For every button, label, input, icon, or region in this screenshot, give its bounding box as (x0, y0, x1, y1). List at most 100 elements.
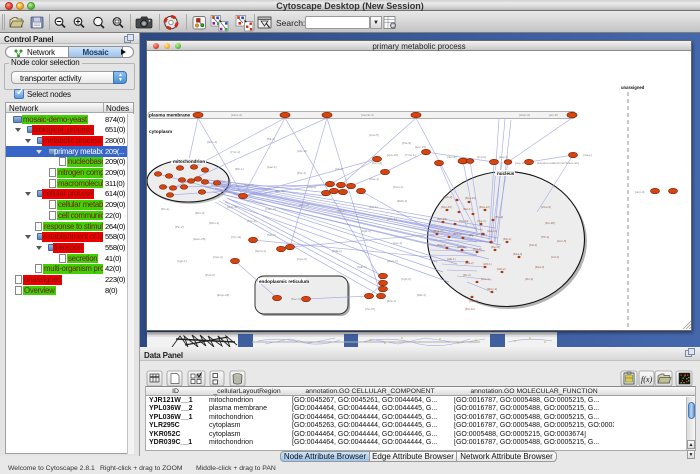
svg-text:[Gal-11]: [Gal-11] (487, 229, 497, 233)
svg-text:[Kgd-1]: [Kgd-1] (361, 229, 371, 233)
svg-text:[nup-2]: [nup-2] (515, 161, 525, 165)
svg-text:[Hem-25]: [Hem-25] (193, 237, 206, 241)
svg-text:[Rpd-3]: [Rpd-3] (535, 265, 544, 269)
svg-text:[Cit-1]: [Cit-1] (335, 167, 343, 171)
svg-text:[kap-1]: [kap-1] (499, 155, 508, 159)
svg-text:[memb-4]: [memb-4] (361, 113, 374, 117)
svg-text:[Swi-1]: [Swi-1] (437, 243, 446, 247)
svg-text:[Rpo-21]: [Rpo-21] (465, 196, 476, 200)
svg-text:[Yhm-2]: [Yhm-2] (265, 207, 276, 211)
svg-text:[Mtm-1]: [Mtm-1] (209, 221, 219, 225)
svg-text:[trans-2]: [trans-2] (231, 113, 242, 117)
svg-text:[Snf-6]: [Snf-6] (457, 245, 465, 249)
svg-text:[Mdh-1]: [Mdh-1] (397, 199, 407, 203)
svg-text:[Med-7]: [Med-7] (433, 229, 443, 233)
svg-text:[Rim-2]: [Rim-2] (299, 203, 309, 207)
svg-text:[Frd-1]: [Frd-1] (387, 299, 396, 303)
svg-text:[Arp-9]: [Arp-9] (473, 247, 482, 251)
svg-text:[Agc-1]: [Agc-1] (177, 259, 187, 263)
svg-text:[rna-e]: [rna-e] (583, 153, 592, 157)
svg-text:[transloc-related:membrane-ab]: [transloc-related:membrane-ab] (537, 161, 579, 165)
svg-text:[Fum-1]: [Fum-1] (393, 185, 404, 189)
svg-text:[Sth-1]: [Sth-1] (503, 237, 511, 241)
svg-text:[Idh-1]: [Idh-1] (337, 209, 346, 213)
svg-text:[Sec-6]: [Sec-6] (291, 297, 301, 301)
svg-text:[Orc-1]: [Orc-1] (481, 277, 490, 281)
svg-text:[Gcn-5]: [Gcn-5] (557, 239, 566, 243)
svg-text:endoplasmic reticulum: endoplasmic reticulum (259, 279, 309, 284)
svg-text:[Lsc-1]: [Lsc-1] (393, 241, 402, 245)
svg-text:[Ccl-1]: [Ccl-1] (551, 255, 559, 259)
svg-text:[Taf-14]: [Taf-14] (459, 219, 469, 223)
svg-text:[Pol-12]: [Pol-12] (465, 307, 475, 311)
svg-text:[Dld-1]: [Dld-1] (417, 293, 426, 297)
svg-text:[Cox-5]: [Cox-5] (369, 133, 379, 137)
svg-text:[Kin-28]: [Kin-28] (545, 221, 555, 225)
svg-text:plasma membrane: plasma membrane (149, 113, 191, 118)
svg-text:nucleus: nucleus (497, 171, 515, 176)
svg-text:[vps-16]: [vps-16] (387, 153, 398, 157)
svg-text:[Ume-6]: [Ume-6] (541, 205, 551, 209)
svg-text:[Slt-2]: [Slt-2] (267, 137, 275, 141)
svg-text:unassigned: unassigned (621, 85, 645, 90)
svg-text:[pm-8]: [pm-8] (549, 113, 558, 117)
svg-text:[Aco-1]: [Aco-1] (387, 217, 397, 221)
svg-text:[Rpc-40]: [Rpc-40] (441, 205, 452, 209)
svg-text:[Htb-1]: [Htb-1] (447, 257, 456, 261)
svg-text:[Flx-1]: [Flx-1] (161, 207, 170, 211)
svg-text:[Tom-2]: [Tom-2] (372, 161, 382, 165)
svg-text:[Osm-1]: [Osm-1] (387, 259, 398, 263)
svg-text:[Ggc-1]: [Ggc-1] (227, 205, 237, 209)
svg-text:[Pmt-3]: [Pmt-3] (205, 273, 215, 277)
svg-text:[Mrs-3]: [Mrs-3] (195, 211, 204, 215)
svg-text:[Ymr-1]: [Ymr-1] (230, 150, 240, 154)
svg-text:[Rgr-1]: [Rgr-1] (469, 233, 478, 237)
svg-text:[Ctp-1]: [Ctp-1] (307, 185, 316, 189)
svg-text:[nuc-tr]: [nuc-tr] (447, 155, 457, 159)
svg-text:[Pic-2]: [Pic-2] (175, 225, 184, 229)
svg-text:[imp-b]: [imp-b] (477, 155, 486, 159)
svg-text:[Pda-1]: [Pda-1] (332, 249, 342, 253)
svg-text:[Ssl-2]: [Ssl-2] (529, 243, 537, 247)
svg-text:[Odc-2]: [Odc-2] (244, 183, 254, 187)
svg-text:[Mir-1]: [Mir-1] (235, 167, 244, 171)
svg-text:[Emp-24]: [Emp-24] (217, 293, 229, 297)
svg-text:[Aac-1]: [Aac-1] (267, 165, 277, 169)
svg-text:[sec-13]: [sec-13] (415, 145, 426, 149)
svg-text:[Cys-3]: [Cys-3] (297, 257, 307, 261)
svg-text:[Hta-2]: [Hta-2] (465, 261, 474, 265)
svg-text:[Sir-2]: [Sir-2] (463, 273, 471, 277)
svg-text:[Tfa-2]: [Tfa-2] (495, 215, 503, 219)
svg-text:[Gpm-1]: [Gpm-1] (255, 249, 266, 253)
svg-text:[Atp-11]: [Atp-11] (297, 149, 307, 153)
svg-text:[Sdh-1]: [Sdh-1] (357, 265, 367, 269)
svg-text:[Cyb-2]: [Cyb-2] (401, 277, 411, 281)
svg-text:f(x): f(x) (641, 375, 652, 384)
svg-text:[Por-1]: [Por-1] (297, 171, 306, 175)
svg-text:[Rsc-8]: [Rsc-8] (491, 245, 500, 249)
svg-text:[Hhf-1]: [Hhf-1] (483, 262, 492, 266)
svg-text:[Toa-1]: [Toa-1] (477, 219, 486, 223)
svg-text:[Rad-3]: [Rad-3] (513, 252, 522, 256)
svg-text:[Mcm-2]: [Mcm-2] (487, 287, 497, 291)
svg-text:cytoplasm: cytoplasm (149, 129, 172, 134)
svg-text:[Ypr-11]: [Ypr-11] (231, 235, 241, 239)
svg-text:mitochondrion: mitochondrion (173, 159, 205, 164)
svg-text:[Rpa-12]: [Rpa-12] (479, 205, 490, 209)
svg-text:[Pet-9]: [Pet-9] (402, 141, 411, 145)
svg-text:[Lat-1]: [Lat-1] (369, 205, 378, 209)
svg-text:[Spt-15]: [Spt-15] (437, 217, 447, 221)
svg-text:[Sfc-1]: [Sfc-1] (267, 233, 276, 237)
svg-text:[Dic-1]: [Dic-1] (275, 189, 284, 193)
svg-text:[Gcn-4]: [Gcn-4] (207, 140, 217, 144)
svg-text:[Cdc-6]: [Cdc-6] (469, 299, 478, 303)
svg-text:[Srb-4]: [Srb-4] (453, 232, 462, 236)
svg-text:[Sin-3]: [Sin-3] (525, 277, 533, 281)
svg-text:[Hht-2]: [Hht-2] (497, 267, 506, 271)
svg-text:[Oac-1]: [Oac-1] (369, 177, 379, 181)
svg-text:[Vps-4]: [Vps-4] (213, 255, 223, 259)
svg-text:[Yel-47]: [Yel-47] (365, 307, 375, 311)
svg-text:[Tpc-1]: [Tpc-1] (247, 219, 257, 223)
svg-text:[Tfb-1]: [Tfb-1] (541, 235, 549, 239)
svg-text:[Rpb-2]: [Rpb-2] (443, 195, 452, 199)
